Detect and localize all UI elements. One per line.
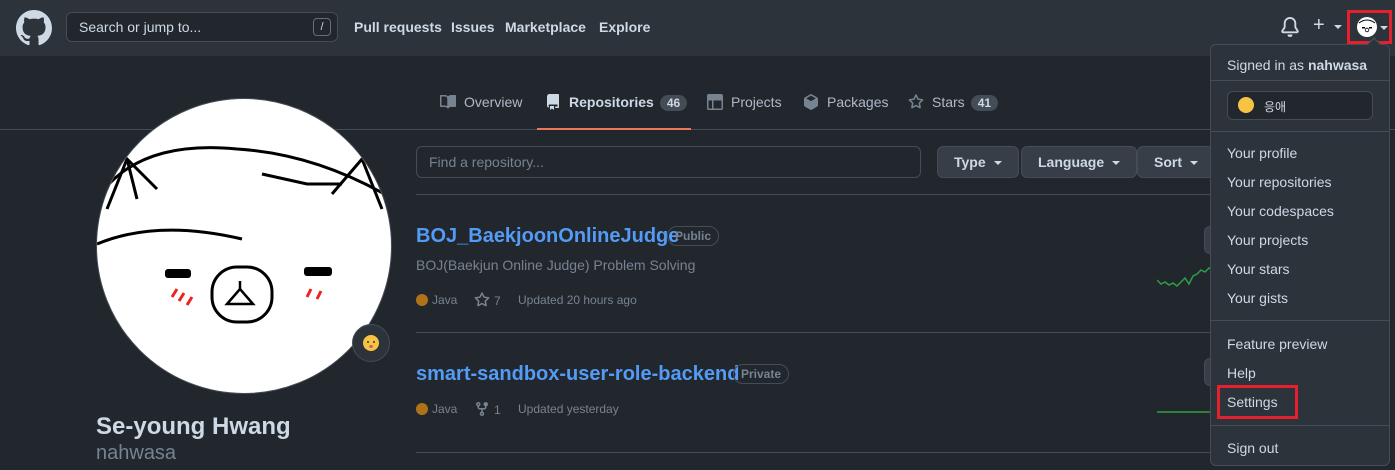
repo-link-boj[interactable]: BOJ_BaekjoonOnlineJudge	[416, 225, 679, 248]
dropdown-caret-inner	[1367, 39, 1381, 46]
repo-updated: Updated yesterday	[518, 402, 619, 416]
visibility-badge-public: Public	[667, 226, 720, 246]
divider	[1211, 80, 1389, 81]
tab-label: Packages	[827, 94, 889, 110]
star-icon	[474, 292, 490, 307]
github-logo-icon[interactable]	[16, 10, 52, 46]
search-input[interactable]: Search or jump to... /	[66, 12, 338, 42]
signed-in-username: nahwasa	[1307, 57, 1368, 73]
tab-label: Overview	[464, 94, 523, 110]
divider	[1211, 425, 1389, 426]
signed-in-as: Signed in as nahwasa	[1227, 57, 1367, 73]
package-icon	[804, 94, 818, 110]
repo-stars-link[interactable]: 7	[474, 292, 501, 308]
nav-issues[interactable]: Issues	[451, 19, 495, 35]
activity-sparkline	[1157, 411, 1212, 413]
search-placeholder: Search or jump to...	[79, 19, 202, 35]
repo-icon	[547, 94, 559, 110]
nav-marketplace[interactable]: Marketplace	[505, 19, 586, 35]
repo-updated: Updated 20 hours ago	[518, 293, 637, 307]
language-label: Java	[432, 293, 458, 307]
book-icon	[440, 94, 456, 109]
repo-link-smart-sandbox[interactable]: smart-sandbox-user-role-backend	[416, 363, 739, 386]
plus-icon[interactable]: +	[1313, 14, 1325, 37]
profile-login: nahwasa	[96, 442, 177, 464]
menu-sign-out[interactable]: Sign out	[1227, 440, 1278, 456]
type-filter-button[interactable]: Type	[937, 146, 1019, 178]
plus-caret-icon[interactable]	[1334, 25, 1342, 29]
divider	[416, 332, 1210, 333]
bell-icon[interactable]	[1280, 16, 1300, 38]
sort-filter-label: Sort	[1154, 154, 1182, 170]
chevron-down-icon	[1190, 161, 1198, 165]
set-status-button[interactable]: 응애	[1227, 91, 1373, 120]
status-emoji-icon[interactable]	[352, 324, 390, 362]
status-text: 응애	[1264, 100, 1287, 114]
menu-your-profile[interactable]: Your profile	[1227, 145, 1297, 161]
chevron-down-icon	[993, 161, 1002, 165]
star-icon	[908, 94, 924, 109]
menu-your-projects[interactable]: Your projects	[1227, 232, 1308, 248]
language-label: Java	[432, 402, 458, 416]
menu-your-codespaces[interactable]: Your codespaces	[1227, 203, 1334, 219]
fork-count: 1	[494, 403, 501, 417]
menu-your-repositories[interactable]: Your repositories	[1227, 174, 1332, 190]
repo-language: Java	[416, 402, 457, 416]
sort-filter-button[interactable]: Sort	[1137, 146, 1217, 178]
language-color-dot	[416, 403, 428, 415]
find-repository-field[interactable]	[417, 147, 920, 177]
search-shortcut-key: /	[313, 18, 331, 36]
chevron-down-icon	[1112, 161, 1121, 165]
repo-language: Java	[416, 293, 457, 307]
language-filter-button[interactable]: Language	[1021, 146, 1138, 178]
avatar	[1357, 17, 1377, 37]
divider	[1211, 320, 1389, 321]
tab-repositories[interactable]: Repositories 46	[537, 94, 691, 130]
chevron-down-icon	[1380, 26, 1388, 30]
language-color-dot	[416, 294, 428, 306]
profile-name: Se-young Hwang	[96, 413, 291, 440]
tab-packages[interactable]: Packages	[803, 94, 888, 130]
divider	[416, 452, 1210, 453]
menu-help[interactable]: Help	[1227, 365, 1256, 381]
tab-stars[interactable]: Stars 41	[908, 94, 999, 130]
nav-pull-requests[interactable]: Pull requests	[354, 19, 442, 35]
menu-feature-preview[interactable]: Feature preview	[1227, 336, 1327, 352]
activity-sparkline	[1157, 267, 1212, 287]
visibility-badge-private: Private	[733, 364, 790, 384]
nav-explore[interactable]: Explore	[599, 19, 650, 35]
tab-overview[interactable]: Overview	[440, 94, 522, 130]
table-icon	[707, 94, 723, 110]
repo-description: BOJ(Baekjun Online Judge) Problem Solvin…	[416, 257, 696, 273]
menu-your-gists[interactable]: Your gists	[1227, 290, 1288, 306]
tab-label: Stars	[932, 94, 965, 110]
tab-label: Repositories	[569, 94, 654, 110]
profile-avatar[interactable]	[96, 98, 392, 394]
profile-avatar-drawing	[97, 146, 391, 324]
tab-label: Projects	[731, 94, 782, 110]
repo-forks-link[interactable]: 1	[474, 401, 501, 417]
status-emoji-icon	[1238, 97, 1254, 113]
star-count: 7	[494, 294, 501, 308]
divider	[416, 194, 1210, 195]
top-header: Search or jump to... / Pull requests Iss…	[0, 0, 1395, 56]
language-filter-label: Language	[1038, 154, 1105, 170]
settings-highlight-box	[1217, 385, 1298, 419]
signed-in-prefix: Signed in as	[1227, 57, 1305, 73]
find-repository-input[interactable]	[416, 146, 921, 178]
fork-icon	[476, 402, 488, 417]
stars-count-badge: 41	[970, 95, 999, 111]
tab-projects[interactable]: Projects	[707, 94, 782, 130]
type-filter-label: Type	[954, 154, 986, 170]
menu-your-stars[interactable]: Your stars	[1227, 261, 1290, 277]
repo-count-badge: 46	[659, 95, 688, 111]
divider	[1211, 131, 1389, 132]
